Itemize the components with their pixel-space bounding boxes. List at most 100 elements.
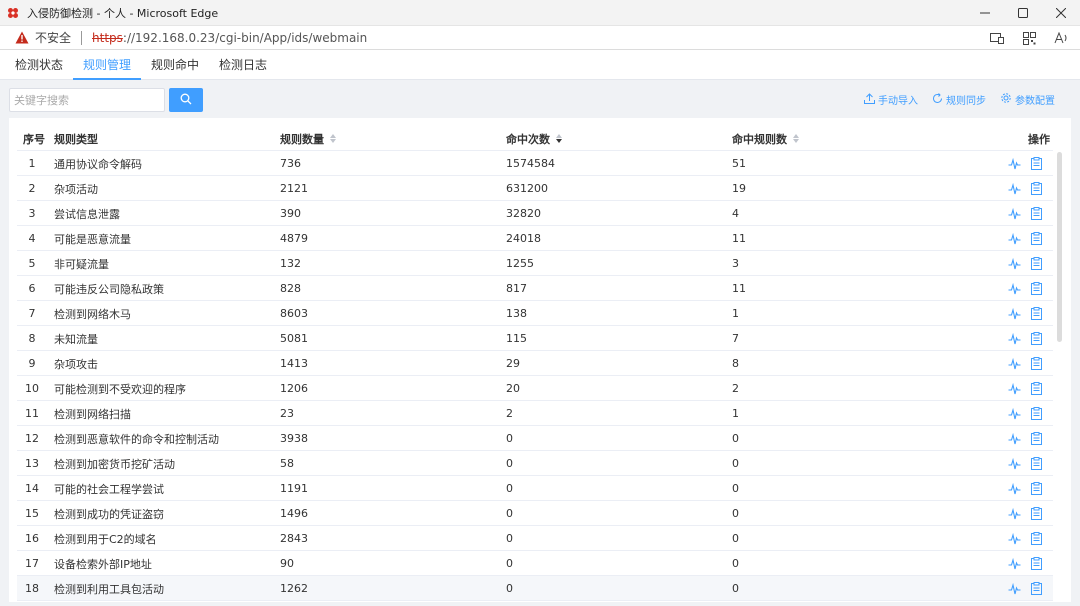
activity-pulse-icon[interactable] — [1007, 532, 1021, 546]
search-input[interactable] — [9, 88, 165, 112]
header-hit-rules[interactable]: 命中规则数 — [732, 126, 799, 151]
activity-pulse-icon[interactable] — [1007, 207, 1021, 221]
clipboard-icon[interactable] — [1029, 232, 1043, 246]
activity-pulse-icon[interactable] — [1007, 357, 1021, 371]
qr-code-icon[interactable] — [1022, 31, 1036, 45]
activity-pulse-icon[interactable] — [1007, 307, 1021, 321]
row-operations — [1007, 176, 1051, 201]
clipboard-icon[interactable] — [1029, 282, 1043, 296]
hit-rules-cell: 1 — [732, 307, 739, 320]
minimize-button[interactable] — [966, 0, 1004, 26]
activity-pulse-icon[interactable] — [1007, 257, 1021, 271]
sort-icon[interactable] — [793, 134, 799, 143]
address-bar[interactable]: 不安全 https://192.168.0.23/cgi-bin/App/ids… — [0, 26, 1080, 50]
clipboard-icon[interactable] — [1029, 482, 1043, 496]
clipboard-icon[interactable] — [1029, 432, 1043, 446]
row-index: 12 — [25, 432, 39, 445]
clipboard-icon[interactable] — [1029, 157, 1043, 171]
search-button[interactable] — [169, 88, 203, 112]
row-operations — [1007, 276, 1051, 301]
activity-pulse-icon[interactable] — [1007, 407, 1021, 421]
rule-count-cell: 2843 — [280, 532, 308, 545]
tab-detection-logs[interactable]: 检测日志 — [209, 50, 277, 79]
table-row[interactable]: 8 未知流量 5081 115 7 — [17, 326, 1053, 351]
hit-count-cell: 0 — [506, 557, 513, 570]
row-operations — [1007, 451, 1051, 476]
rule-type-cell: 可能的社会工程学尝试 — [54, 482, 164, 496]
activity-pulse-icon[interactable] — [1007, 382, 1021, 396]
activity-pulse-icon[interactable] — [1007, 557, 1021, 571]
maximize-button[interactable] — [1004, 0, 1042, 26]
parameter-config-button[interactable]: 参数配置 — [1000, 92, 1055, 107]
activity-pulse-icon[interactable] — [1007, 432, 1021, 446]
warning-icon[interactable] — [15, 31, 29, 45]
table-row[interactable]: 4 可能是恶意流量 4879 24018 11 — [17, 226, 1053, 251]
table-row[interactable]: 12 检测到恶意软件的命令和控制活动 3938 0 0 — [17, 426, 1053, 451]
header-hit-count[interactable]: 命中次数 — [506, 126, 562, 151]
activity-pulse-icon[interactable] — [1007, 282, 1021, 296]
table-row[interactable]: 6 可能违反公司隐私政策 828 817 11 — [17, 276, 1053, 301]
tab-rule-management[interactable]: 规则管理 — [73, 50, 142, 80]
hit-rules-cell: 0 — [732, 557, 739, 570]
clipboard-icon[interactable] — [1029, 532, 1043, 546]
clipboard-icon[interactable] — [1029, 457, 1043, 471]
clipboard-icon[interactable] — [1029, 507, 1043, 521]
activity-pulse-icon[interactable] — [1007, 182, 1021, 196]
vertical-scrollbar[interactable] — [1057, 152, 1062, 342]
rule-count-cell: 1191 — [280, 482, 308, 495]
table-row[interactable]: 16 检测到用于C2的域名 2843 0 0 — [17, 526, 1053, 551]
clipboard-icon[interactable] — [1029, 207, 1043, 221]
table-row[interactable]: 18 检测到利用工具包活动 1262 0 0 — [17, 576, 1053, 601]
clipboard-icon[interactable] — [1029, 407, 1043, 421]
clipboard-icon[interactable] — [1029, 257, 1043, 271]
rule-sync-button[interactable]: 规则同步 — [932, 92, 986, 107]
table-row[interactable]: 1 通用协议命令解码 736 1574584 51 — [17, 151, 1053, 176]
table-row[interactable]: 7 检测到网络木马 8603 138 1 — [17, 301, 1053, 326]
tab-rule-hits[interactable]: 规则命中 — [141, 50, 209, 79]
table-row[interactable]: 10 可能检测到不受欢迎的程序 1206 20 2 — [17, 376, 1053, 401]
close-button[interactable] — [1042, 0, 1080, 26]
table-row[interactable]: 9 杂项攻击 1413 29 8 — [17, 351, 1053, 376]
manual-import-button[interactable]: 手动导入 — [864, 92, 918, 107]
hit-count-cell: 24018 — [506, 232, 541, 245]
app-available-icon[interactable] — [990, 31, 1004, 45]
clipboard-icon[interactable] — [1029, 382, 1043, 396]
hit-count-cell: 0 — [506, 432, 513, 445]
table-row[interactable]: 13 检测到加密货币挖矿活动 58 0 0 — [17, 451, 1053, 476]
clipboard-icon[interactable] — [1029, 357, 1043, 371]
activity-pulse-icon[interactable] — [1007, 332, 1021, 346]
hit-count-cell: 1574584 — [506, 157, 555, 170]
activity-pulse-icon[interactable] — [1007, 457, 1021, 471]
sort-icon[interactable] — [330, 134, 336, 143]
activity-pulse-icon[interactable] — [1007, 482, 1021, 496]
row-index: 14 — [25, 482, 39, 495]
parameter-config-label: 参数配置 — [1015, 96, 1055, 107]
row-index: 16 — [25, 532, 39, 545]
activity-pulse-icon[interactable] — [1007, 232, 1021, 246]
tab-detection-status[interactable]: 检测状态 — [5, 50, 73, 79]
sort-desc-icon[interactable] — [556, 134, 562, 143]
table-row[interactable]: 17 设备检索外部IP地址 90 0 0 — [17, 551, 1053, 576]
header-rule-count[interactable]: 规则数量 — [280, 126, 336, 151]
table-row[interactable]: 15 检测到成功的凭证盗窃 1496 0 0 — [17, 501, 1053, 526]
table-row[interactable]: 14 可能的社会工程学尝试 1191 0 0 — [17, 476, 1053, 501]
clipboard-icon[interactable] — [1029, 582, 1043, 596]
table-row[interactable]: 5 非可疑流量 132 1255 3 — [17, 251, 1053, 276]
activity-pulse-icon[interactable] — [1007, 582, 1021, 596]
clipboard-icon[interactable] — [1029, 557, 1043, 571]
url-scheme: https — [92, 30, 123, 45]
row-operations — [1007, 376, 1051, 401]
rule-type-cell: 尝试信息泄露 — [54, 207, 120, 221]
table-row[interactable]: 2 杂项活动 2121 631200 19 — [17, 176, 1053, 201]
clipboard-icon[interactable] — [1029, 332, 1043, 346]
clipboard-icon[interactable] — [1029, 182, 1043, 196]
clipboard-icon[interactable] — [1029, 307, 1043, 321]
table-row[interactable]: 11 检测到网络扫描 23 2 1 — [17, 401, 1053, 426]
read-aloud-icon[interactable] — [1054, 31, 1068, 45]
security-status-label[interactable]: 不安全 — [35, 29, 71, 46]
table-row[interactable]: 3 尝试信息泄露 390 32820 4 — [17, 201, 1053, 226]
row-index: 17 — [25, 557, 39, 570]
activity-pulse-icon[interactable] — [1007, 157, 1021, 171]
url-text[interactable]: https://192.168.0.23/cgi-bin/App/ids/web… — [92, 31, 367, 45]
activity-pulse-icon[interactable] — [1007, 507, 1021, 521]
